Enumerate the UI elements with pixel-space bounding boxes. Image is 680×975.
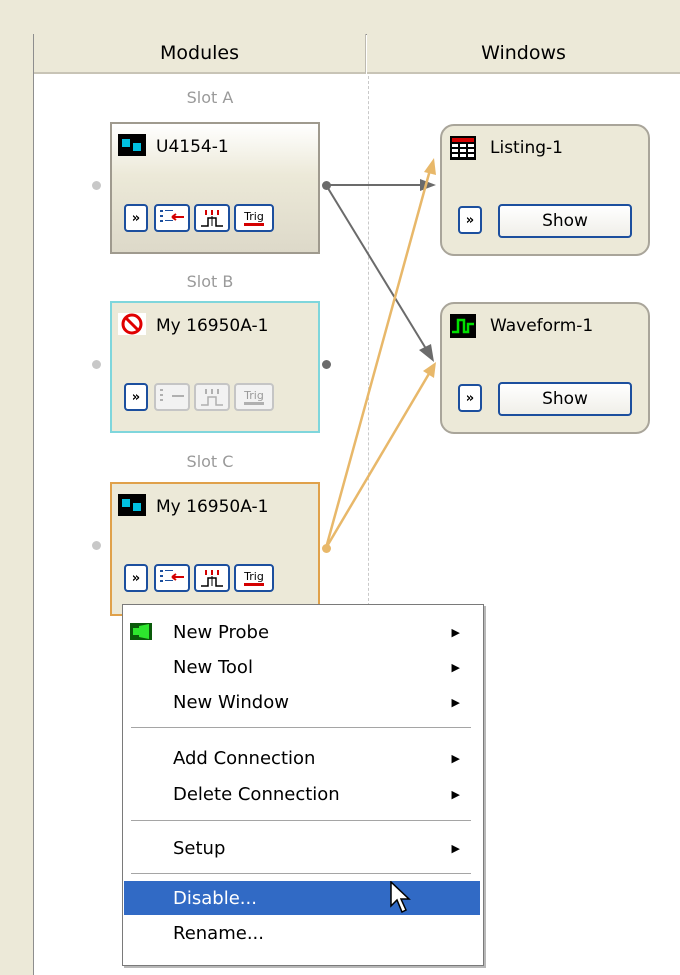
window-card-listing[interactable]: Listing-1 » Show: [440, 124, 650, 256]
menu-item-rename[interactable]: Rename...: [124, 916, 480, 950]
window-title: Waveform-1: [490, 316, 594, 336]
chevron-down-icon: »: [131, 570, 141, 586]
probe-module-icon: [118, 494, 146, 516]
expand-button[interactable]: »: [458, 206, 482, 234]
probe-module-icon: [118, 134, 146, 156]
output-port-a[interactable]: [322, 181, 331, 190]
chevron-down-icon: »: [465, 390, 475, 406]
output-port-c[interactable]: [322, 544, 331, 553]
menu-item-delete-connection[interactable]: Delete Connection ▶: [124, 777, 480, 811]
menu-item-new-window[interactable]: New Window ▶: [124, 685, 480, 719]
menu-item-add-connection[interactable]: Add Connection ▶: [124, 741, 480, 775]
expand-button[interactable]: »: [124, 204, 148, 232]
sampling-icon: [201, 570, 223, 587]
chevron-down-icon: »: [131, 389, 141, 405]
trigger-label: Trig: [244, 571, 264, 586]
menu-separator: [131, 727, 471, 728]
window-title: Listing-1: [490, 138, 563, 158]
module-card-slot-b[interactable]: My 16950A-1 » Trig: [110, 301, 320, 433]
module-name: My 16950A-1: [156, 316, 269, 336]
module-name: My 16950A-1: [156, 497, 269, 517]
sampling-button[interactable]: [194, 204, 230, 232]
sampling-button: [194, 383, 230, 411]
bus-signal-icon: [160, 570, 184, 582]
menu-item-label: Rename...: [173, 922, 264, 944]
input-port-c[interactable]: [92, 541, 101, 550]
menu-separator: [131, 873, 471, 874]
menu-item-label: Delete Connection: [173, 783, 340, 805]
submenu-arrow-icon: ▶: [451, 787, 460, 801]
trigger-button[interactable]: Trig: [234, 204, 274, 232]
menu-item-new-probe[interactable]: New Probe ▶: [124, 615, 480, 649]
menu-item-label: New Window: [173, 691, 289, 713]
module-card-slot-c[interactable]: My 16950A-1 » Trig: [110, 482, 320, 616]
menu-item-label: Disable...: [173, 887, 257, 909]
connection-a-waveform: [325, 184, 429, 353]
menu-item-disable[interactable]: Disable...: [124, 881, 480, 915]
arrowhead-c-listing: [424, 158, 436, 175]
connection-c-waveform: [324, 371, 432, 549]
disabled-module-icon: [118, 313, 146, 335]
chevron-down-icon: »: [131, 210, 141, 226]
slot-a-label: Slot A: [186, 88, 234, 107]
window-card-waveform[interactable]: Waveform-1 » Show: [440, 302, 650, 434]
submenu-arrow-icon: ▶: [451, 751, 460, 765]
submenu-arrow-icon: ▶: [451, 841, 460, 855]
module-name: U4154-1: [156, 137, 229, 157]
menu-item-label: New Probe: [173, 621, 270, 643]
bus-signal-icon: [160, 210, 184, 222]
slot-c-label: Slot C: [186, 452, 234, 471]
connection-c-listing: [324, 169, 432, 549]
submenu-arrow-icon: ▶: [451, 625, 460, 639]
sampling-button[interactable]: [194, 564, 230, 592]
waveform-icon: [450, 314, 476, 338]
expand-button[interactable]: »: [124, 383, 148, 411]
trigger-button[interactable]: Trig: [234, 564, 274, 592]
input-port-a[interactable]: [92, 181, 101, 190]
menu-item-setup[interactable]: Setup ▶: [124, 831, 480, 865]
show-button[interactable]: Show: [498, 204, 632, 238]
slot-b-label: Slot B: [186, 272, 234, 291]
bus-signal-button[interactable]: [154, 204, 190, 232]
trigger-label: Trig: [244, 211, 264, 226]
trigger-button: Trig: [234, 383, 274, 411]
arrowhead-c-waveform: [423, 362, 436, 378]
mouse-cursor-icon: [390, 881, 411, 914]
menu-item-label: Setup: [173, 837, 226, 859]
bus-signal-icon: [160, 389, 184, 401]
bus-signal-button[interactable]: [154, 564, 190, 592]
menu-item-label: New Tool: [173, 656, 253, 678]
bus-signal-button: [154, 383, 190, 411]
trigger-label: Trig: [244, 390, 264, 405]
input-port-b[interactable]: [92, 360, 101, 369]
module-card-slot-a[interactable]: U4154-1 » Trig: [110, 122, 320, 254]
context-menu: New Probe ▶ New Tool ▶ New Window ▶ Add …: [122, 604, 484, 966]
sampling-icon: [201, 210, 223, 227]
expand-button[interactable]: »: [124, 564, 148, 592]
probe-icon: [130, 623, 152, 640]
menu-separator: [131, 820, 471, 821]
output-port-b[interactable]: [322, 360, 331, 369]
chevron-down-icon: »: [465, 212, 475, 228]
sampling-icon: [201, 389, 223, 406]
menu-item-label: Add Connection: [173, 747, 316, 769]
arrowhead-a-waveform: [419, 344, 434, 362]
listing-icon: [450, 136, 476, 160]
expand-button[interactable]: »: [458, 384, 482, 412]
submenu-arrow-icon: ▶: [451, 695, 460, 709]
menu-item-new-tool[interactable]: New Tool ▶: [124, 650, 480, 684]
submenu-arrow-icon: ▶: [451, 660, 460, 674]
show-button[interactable]: Show: [498, 382, 632, 416]
